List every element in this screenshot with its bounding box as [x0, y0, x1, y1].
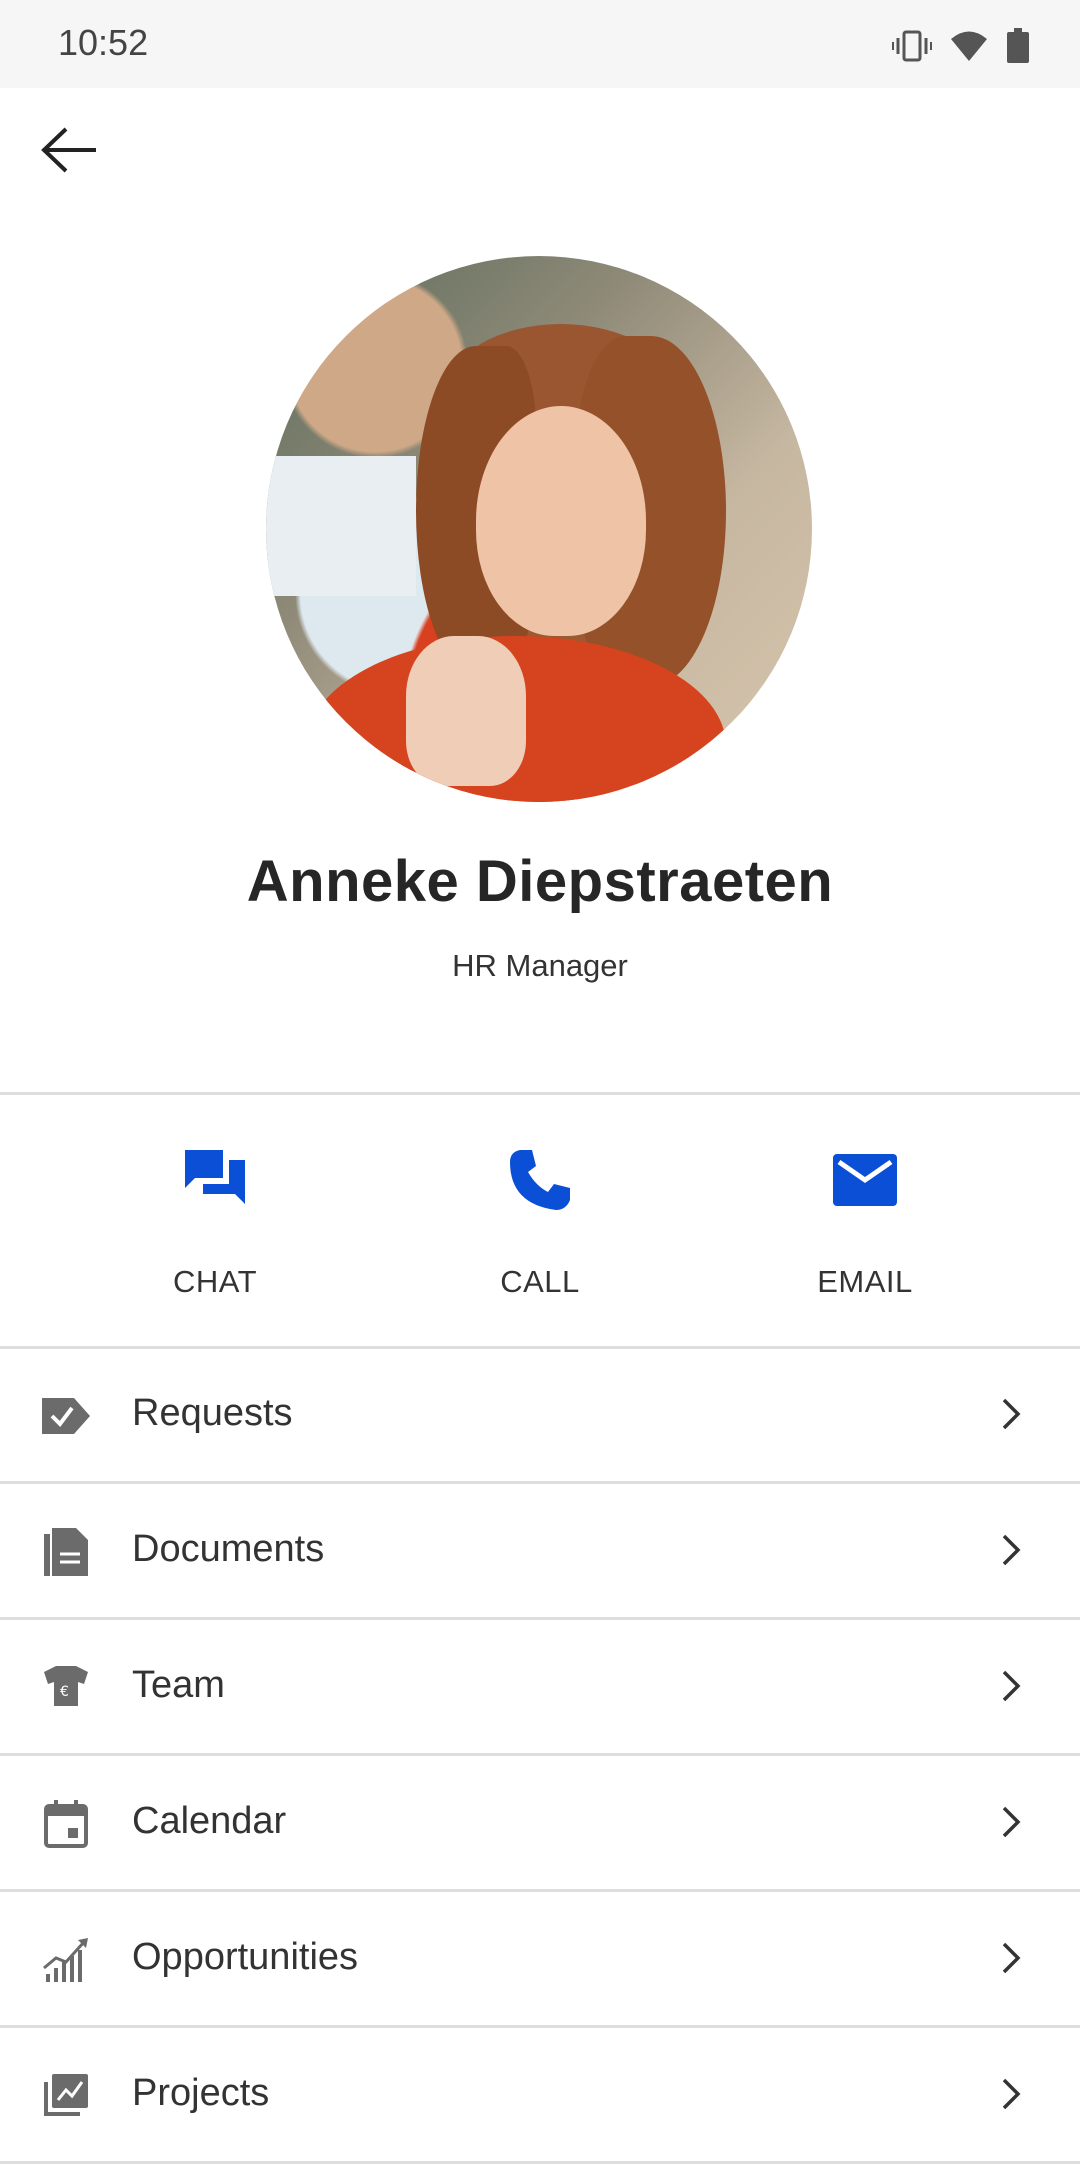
menu-item-requests[interactable]: Requests: [0, 1348, 1080, 1484]
chevron-right-icon: [996, 2074, 1026, 2114]
chevron-right-icon: [996, 1802, 1026, 1842]
profile-title: HR Manager: [452, 948, 628, 983]
menu-list: Requests Documents € Team Calendar Oppor…: [0, 1348, 1080, 2164]
menu-item-label: Opportunities: [132, 1936, 359, 1978]
phone-icon: [506, 1146, 574, 1214]
status-icons: [892, 24, 1030, 68]
menu-item-projects[interactable]: Projects: [0, 2028, 1080, 2164]
menu-item-opportunities[interactable]: Opportunities: [0, 1892, 1080, 2028]
team-icon: €: [40, 1662, 92, 1714]
menu-item-label: Projects: [132, 2072, 270, 2114]
call-button[interactable]: CALL: [410, 1094, 670, 1346]
documents-icon: [40, 1526, 92, 1578]
menu-item-label: Documents: [132, 1528, 325, 1570]
chevron-right-icon: [996, 1938, 1026, 1978]
chat-button[interactable]: CHAT: [85, 1094, 345, 1346]
projects-icon: [40, 2070, 92, 2122]
back-button[interactable]: [28, 118, 112, 186]
calendar-icon: [40, 1798, 92, 1850]
email-icon: [831, 1146, 899, 1214]
wifi-icon: [950, 30, 988, 62]
chevron-right-icon: [996, 1666, 1026, 1706]
battery-icon: [1006, 28, 1030, 64]
request-icon: [40, 1390, 92, 1442]
arrow-left-icon: [40, 127, 100, 178]
vibrate-icon: [892, 28, 932, 64]
svg-text:€: €: [60, 1684, 69, 1700]
status-bar: 10:52: [0, 0, 1080, 88]
email-label: EMAIL: [817, 1264, 913, 1299]
chat-label: CHAT: [172, 1264, 258, 1299]
chevron-right-icon: [996, 1394, 1026, 1434]
menu-item-calendar[interactable]: Calendar: [0, 1756, 1080, 1892]
menu-item-team[interactable]: € Team: [0, 1620, 1080, 1756]
menu-item-label: Calendar: [132, 1800, 287, 1842]
call-label: CALL: [500, 1264, 580, 1299]
chevron-right-icon: [996, 1530, 1026, 1570]
profile-name: Anneke Diepstraeten: [246, 849, 834, 914]
menu-item-label: Requests: [132, 1392, 293, 1434]
status-time: 10:52: [58, 22, 149, 63]
email-button[interactable]: EMAIL: [735, 1094, 995, 1346]
opportunities-icon: [40, 1934, 92, 1986]
menu-item-label: Team: [132, 1664, 225, 1706]
contact-actions: CHAT CALL EMAIL: [0, 1094, 1080, 1346]
avatar: [266, 256, 812, 802]
menu-item-documents[interactable]: Documents: [0, 1484, 1080, 1620]
chat-icon: [181, 1146, 249, 1214]
